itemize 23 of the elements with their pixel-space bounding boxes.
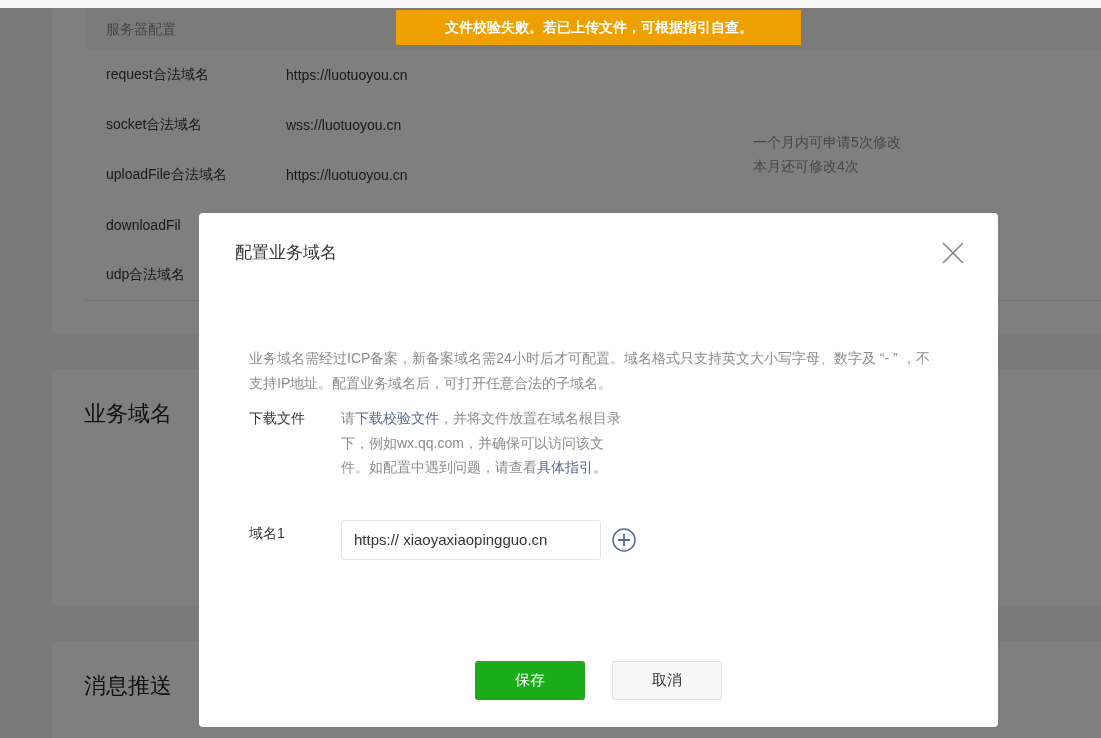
table-cell: wss://luotuoyou.cn bbox=[286, 117, 402, 133]
dialog-title: 配置业务域名 bbox=[235, 242, 337, 264]
table-cell-text: downloadFil bbox=[106, 217, 182, 233]
close-icon[interactable] bbox=[942, 241, 964, 264]
table-cell-text: uploadFile合法域名 bbox=[106, 166, 228, 184]
table-cell: https://luotuoyou.cn bbox=[286, 167, 408, 183]
table-cell-text: request合法域名 bbox=[106, 66, 210, 84]
description-text: 业务域名需经过ICP备案，新备案域名需24小时后才可配置。域名格式只支持英文大小写字母、数字及 “- ” ，不支持IP地址。配置业务域名后，可打开任意合法的子域名。 bbox=[249, 349, 931, 393]
cancel-button[interactable]: 取消 bbox=[612, 661, 722, 700]
input-field[interactable]: https:// xiaoyaxiaopingguo.cn bbox=[341, 519, 601, 560]
link[interactable]: 下载校验文件 bbox=[355, 410, 439, 426]
table-cell-text: socket合法域名 bbox=[106, 116, 204, 134]
section-title: 消息推送 bbox=[84, 672, 172, 700]
field-label: 下载文件 bbox=[249, 409, 306, 428]
table-cell-text: udp合法域名 bbox=[106, 266, 187, 284]
table-cell: https://luotuoyou.cn bbox=[286, 67, 408, 83]
error-toast: 文件校验失败。若已上传文件，可根据指引自查。 bbox=[396, 10, 801, 45]
section-title: 业务域名 bbox=[84, 400, 172, 428]
add-icon[interactable] bbox=[612, 527, 636, 552]
instruction-text: 请下载校验文件，并将文件放置在域名根目录下，例如wx.qq.com，并确保可以访问该文件。如配置中遇到问题，请查看具体指引。 bbox=[341, 409, 622, 477]
save-button[interactable]: 保存 bbox=[475, 661, 585, 700]
field-label: 域名1 bbox=[249, 523, 286, 543]
link[interactable]: 具体指引。 bbox=[537, 459, 607, 475]
